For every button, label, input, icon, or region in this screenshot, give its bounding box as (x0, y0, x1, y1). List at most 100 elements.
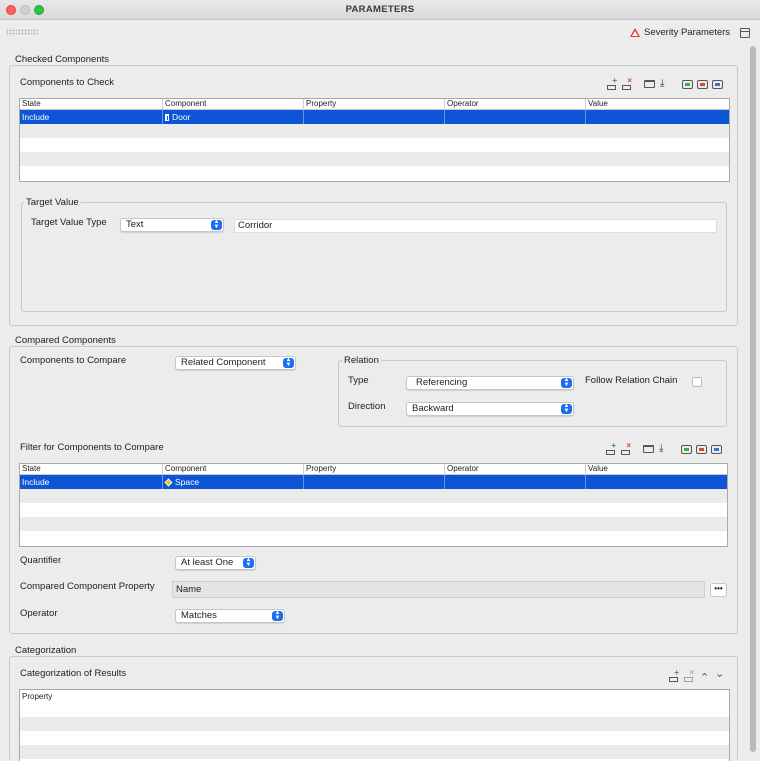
empty-row (20, 745, 729, 759)
delete-row-icon[interactable] (683, 668, 694, 683)
column-header-state[interactable]: State (20, 99, 163, 109)
relation-type-label: Type (348, 375, 369, 386)
column-header-value[interactable]: Value (586, 99, 729, 109)
relation-direction-value: Backward (412, 403, 454, 414)
column-header-value[interactable]: Value (586, 464, 727, 474)
add-cup-icon[interactable] (682, 80, 693, 89)
target-value-field[interactable]: Corridor (234, 219, 717, 233)
edit-cup-icon[interactable] (712, 80, 723, 89)
title-bar: PARAMETERS (0, 0, 760, 20)
relation-type-select[interactable]: Referencing ▲ ▼ (406, 376, 574, 390)
filter-components-table[interactable]: State Component Property Operator Value … (19, 463, 728, 547)
select-arrows-icon: ▲ ▼ (243, 557, 254, 568)
drag-grip-icon[interactable] (6, 29, 38, 35)
folder-icon[interactable] (643, 445, 654, 453)
table-header: State Component Property Operator Value (20, 99, 729, 110)
components-to-compare-value: Related Component (181, 357, 266, 368)
target-value-type-value: Text (126, 219, 144, 230)
add-row-icon[interactable] (668, 668, 679, 683)
download-icon[interactable] (658, 443, 669, 456)
follow-relation-chain-checkbox[interactable] (692, 377, 702, 387)
operator-select[interactable]: Matches ▲ ▼ (175, 609, 285, 623)
compared-component-property-field[interactable]: Name (172, 581, 705, 598)
cell-operator[interactable] (445, 110, 586, 124)
folder-icon[interactable] (644, 80, 655, 88)
operator-value: Matches (181, 610, 217, 621)
severity-warning-icon (630, 28, 640, 37)
table-row[interactable]: Include Space (20, 475, 727, 489)
cell-state[interactable]: Include (20, 475, 163, 489)
relation-heading: Relation (342, 355, 381, 366)
cell-component[interactable]: Door (163, 110, 304, 124)
table-header: Property (20, 690, 729, 703)
cell-value[interactable] (586, 110, 729, 124)
follow-relation-chain-label: Follow Relation Chain (585, 375, 678, 386)
column-header-component[interactable]: Component (163, 99, 304, 109)
download-icon[interactable] (659, 78, 670, 91)
empty-row (20, 166, 729, 180)
cell-component-label: Space (175, 477, 200, 487)
select-arrows-icon: ▲ ▼ (211, 219, 222, 230)
column-header-state[interactable]: State (20, 464, 163, 474)
remove-cup-icon[interactable] (697, 80, 708, 89)
relation-direction-label: Direction (348, 401, 386, 412)
cell-operator[interactable] (445, 475, 586, 489)
cell-value[interactable] (586, 475, 727, 489)
edit-cup-icon[interactable] (711, 445, 722, 454)
quantifier-value: At least One (181, 557, 234, 568)
column-header-property[interactable]: Property (20, 690, 729, 703)
empty-row (20, 489, 727, 503)
target-value-type-label: Target Value Type (31, 217, 107, 228)
table-header: State Component Property Operator Value (20, 464, 727, 475)
column-header-operator[interactable]: Operator (445, 99, 586, 109)
components-to-compare-label: Components to Compare (20, 355, 127, 366)
components-to-compare-select[interactable]: Related Component ▲ ▼ (175, 356, 296, 370)
empty-row (20, 531, 727, 545)
relation-type-value: Referencing (416, 377, 468, 388)
empty-row (20, 703, 729, 717)
remove-cup-icon[interactable] (696, 445, 707, 454)
cell-property[interactable] (304, 110, 445, 124)
empty-row (20, 503, 727, 517)
move-down-icon[interactable] (713, 667, 724, 683)
empty-row (20, 517, 727, 531)
categorization-heading: Categorization (13, 645, 79, 656)
empty-row (20, 717, 729, 731)
column-header-property[interactable]: Property (304, 99, 445, 109)
table-row[interactable]: Include Door (20, 110, 729, 124)
categorization-table[interactable]: Property (19, 689, 730, 761)
relation-direction-select[interactable]: Backward ▲ ▼ (406, 402, 574, 416)
target-value-type-select[interactable]: Text ▲ ▼ (120, 218, 224, 232)
severity-parameters-label: Severity Parameters (644, 27, 731, 38)
select-arrows-icon: ▲ ▼ (561, 377, 572, 388)
empty-row (20, 731, 729, 745)
delete-row-icon[interactable] (621, 76, 632, 91)
select-arrows-icon: ▲ ▼ (561, 403, 572, 414)
column-header-property[interactable]: Property (304, 464, 445, 474)
column-header-component[interactable]: Component (163, 464, 304, 474)
select-arrows-icon: ▲ ▼ (283, 357, 294, 368)
cell-component[interactable]: Space (163, 475, 304, 489)
compared-component-property-label: Compared Component Property (20, 581, 155, 592)
add-row-icon[interactable] (606, 76, 617, 91)
panel-layout-icon[interactable] (740, 28, 750, 38)
relation-group (338, 360, 727, 427)
add-row-icon[interactable] (605, 441, 616, 456)
select-arrows-icon: ▲ ▼ (272, 610, 283, 621)
move-up-icon[interactable] (698, 671, 709, 684)
severity-parameters-button[interactable]: Severity Parameters (630, 27, 730, 38)
delete-row-icon[interactable] (620, 441, 631, 456)
empty-row (20, 138, 729, 152)
vertical-scrollbar[interactable] (750, 46, 756, 752)
components-to-check-table[interactable]: State Component Property Operator Value … (19, 98, 730, 182)
quantifier-select[interactable]: At least One ▲ ▼ (175, 556, 256, 570)
cell-state[interactable]: Include (20, 110, 163, 124)
checked-components-heading: Checked Components (13, 54, 111, 65)
column-header-operator[interactable]: Operator (445, 464, 586, 474)
empty-row (20, 124, 729, 138)
space-icon (164, 478, 173, 486)
cell-property[interactable] (304, 475, 445, 489)
more-options-button[interactable]: ••• (710, 583, 727, 597)
target-value-heading: Target Value (24, 197, 81, 208)
add-cup-icon[interactable] (681, 445, 692, 454)
